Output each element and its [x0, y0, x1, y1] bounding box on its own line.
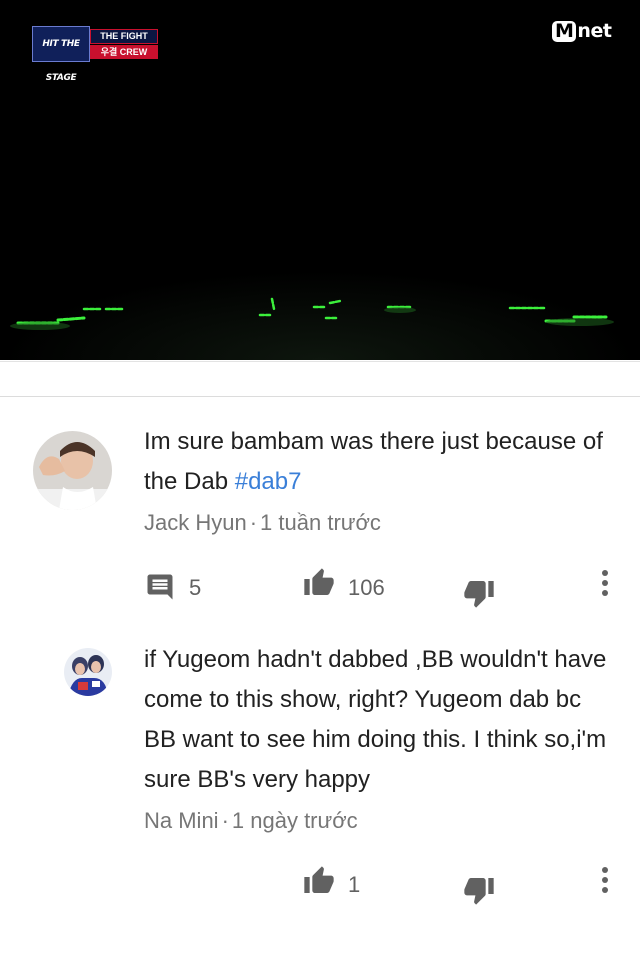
mnet-logo-text: net — [577, 20, 612, 42]
comment-text: Im sure bambam was there just because of… — [144, 422, 614, 502]
show-logo-title: HIT THE STAGE — [32, 26, 90, 83]
hashtag-link[interactable]: #dab7 — [235, 468, 302, 495]
divider — [0, 361, 640, 362]
reply-author[interactable]: Na Mini — [144, 808, 219, 833]
comment-time: 1 tuần trước — [260, 510, 381, 535]
comment-body: Im sure bambam was there just because of… — [144, 428, 603, 495]
thumbs-up-icon[interactable] — [302, 864, 336, 898]
more-vert-icon[interactable] — [592, 567, 618, 599]
show-logo-subtitle: THE FIGHT — [90, 29, 158, 44]
thumbs-up-icon[interactable] — [302, 566, 336, 600]
comment-icon[interactable] — [144, 571, 176, 603]
reply-time: 1 ngày trước — [231, 808, 358, 833]
thumbs-down-icon[interactable] — [462, 873, 496, 907]
divider — [0, 396, 640, 397]
mnet-logo-m: M — [552, 21, 577, 42]
meta-separator: · — [249, 510, 258, 535]
video-player[interactable]: HIT THE STAGE THE FIGHT 우결 CREW Mnet — [0, 0, 640, 360]
like-count: 106 — [348, 575, 385, 600]
comment-author[interactable]: Jack Hyun — [144, 510, 247, 535]
show-logo: HIT THE STAGE THE FIGHT 우결 CREW — [32, 26, 160, 83]
more-vert-icon[interactable] — [592, 864, 618, 896]
avatar-na-mini[interactable] — [64, 648, 112, 696]
avatar-jack-hyun[interactable] — [33, 431, 112, 510]
meta-separator: · — [221, 808, 229, 833]
reply-meta: Na Mini · 1 ngày trước — [144, 808, 358, 834]
reply-count: 5 — [189, 575, 202, 600]
reply-like-count: 1 — [348, 872, 361, 897]
comment-meta: Jack Hyun · 1 tuần trước — [144, 510, 381, 536]
thumbs-down-icon[interactable] — [462, 576, 496, 610]
reply-text: if Yugeom hadn't dabbed ,BB wouldn't hav… — [144, 646, 607, 793]
show-logo-crew: 우결 CREW — [90, 45, 158, 59]
mnet-logo: Mnet — [552, 20, 612, 42]
